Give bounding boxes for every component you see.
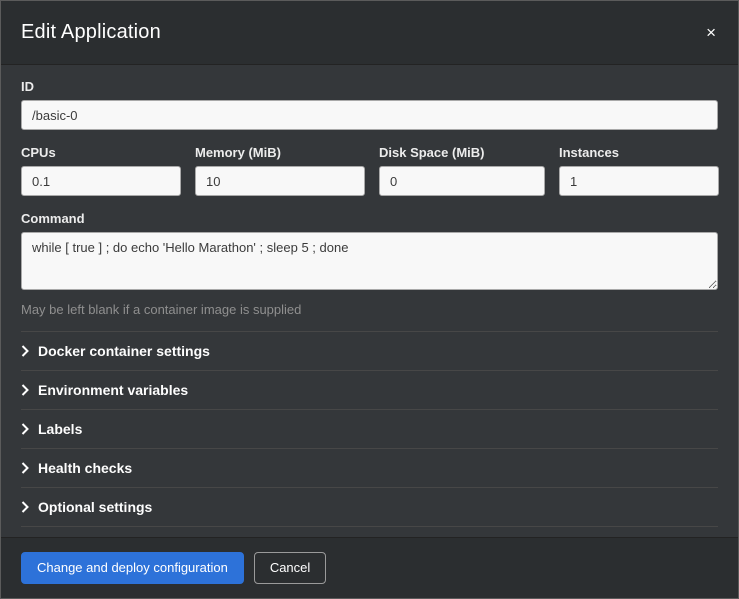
section-label: Labels: [38, 421, 82, 437]
memory-input[interactable]: [195, 166, 365, 196]
instances-field-group: Instances: [559, 145, 719, 196]
cpus-label: CPUs: [21, 145, 181, 160]
section-label: Optional settings: [38, 499, 152, 515]
cpus-input[interactable]: [21, 166, 181, 196]
memory-label: Memory (MiB): [195, 145, 365, 160]
command-label: Command: [21, 211, 718, 226]
chevron-right-icon: [21, 384, 29, 396]
section-labels[interactable]: Labels: [21, 410, 718, 449]
section-label: Health checks: [38, 460, 132, 476]
section-label: Environment variables: [38, 382, 188, 398]
section-health-checks[interactable]: Health checks: [21, 449, 718, 488]
modal-title: Edit Application: [21, 21, 161, 44]
edit-application-modal: Edit Application × ID CPUs Memory (MiB) …: [0, 0, 739, 599]
command-field-group: Command while [ true ] ; do echo 'Hello …: [21, 211, 718, 317]
instances-label: Instances: [559, 145, 719, 160]
chevron-right-icon: [21, 462, 29, 474]
close-icon[interactable]: ×: [704, 20, 718, 45]
modal-body: ID CPUs Memory (MiB) Disk Space (MiB) In…: [1, 65, 738, 537]
section-optional-settings[interactable]: Optional settings: [21, 488, 718, 527]
chevron-right-icon: [21, 501, 29, 513]
section-environment-variables[interactable]: Environment variables: [21, 371, 718, 410]
deploy-button[interactable]: Change and deploy configuration: [21, 552, 244, 584]
instances-input[interactable]: [559, 166, 719, 196]
chevron-right-icon: [21, 423, 29, 435]
disk-input[interactable]: [379, 166, 545, 196]
memory-field-group: Memory (MiB): [195, 145, 365, 196]
resources-row: CPUs Memory (MiB) Disk Space (MiB) Insta…: [21, 145, 718, 196]
id-label: ID: [21, 79, 718, 94]
disk-field-group: Disk Space (MiB): [379, 145, 545, 196]
chevron-right-icon: [21, 345, 29, 357]
command-help-text: May be left blank if a container image i…: [21, 302, 718, 317]
id-field-group: ID: [21, 79, 718, 130]
id-input[interactable]: [21, 100, 718, 130]
cancel-button[interactable]: Cancel: [254, 552, 326, 584]
disk-label: Disk Space (MiB): [379, 145, 545, 160]
cpus-field-group: CPUs: [21, 145, 181, 196]
section-docker-container-settings[interactable]: Docker container settings: [21, 332, 718, 371]
section-label: Docker container settings: [38, 343, 210, 359]
command-input[interactable]: while [ true ] ; do echo 'Hello Marathon…: [21, 232, 718, 290]
modal-header: Edit Application ×: [1, 1, 738, 65]
modal-footer: Change and deploy configuration Cancel: [1, 537, 738, 598]
collapsible-sections: Docker container settings Environment va…: [21, 331, 718, 527]
